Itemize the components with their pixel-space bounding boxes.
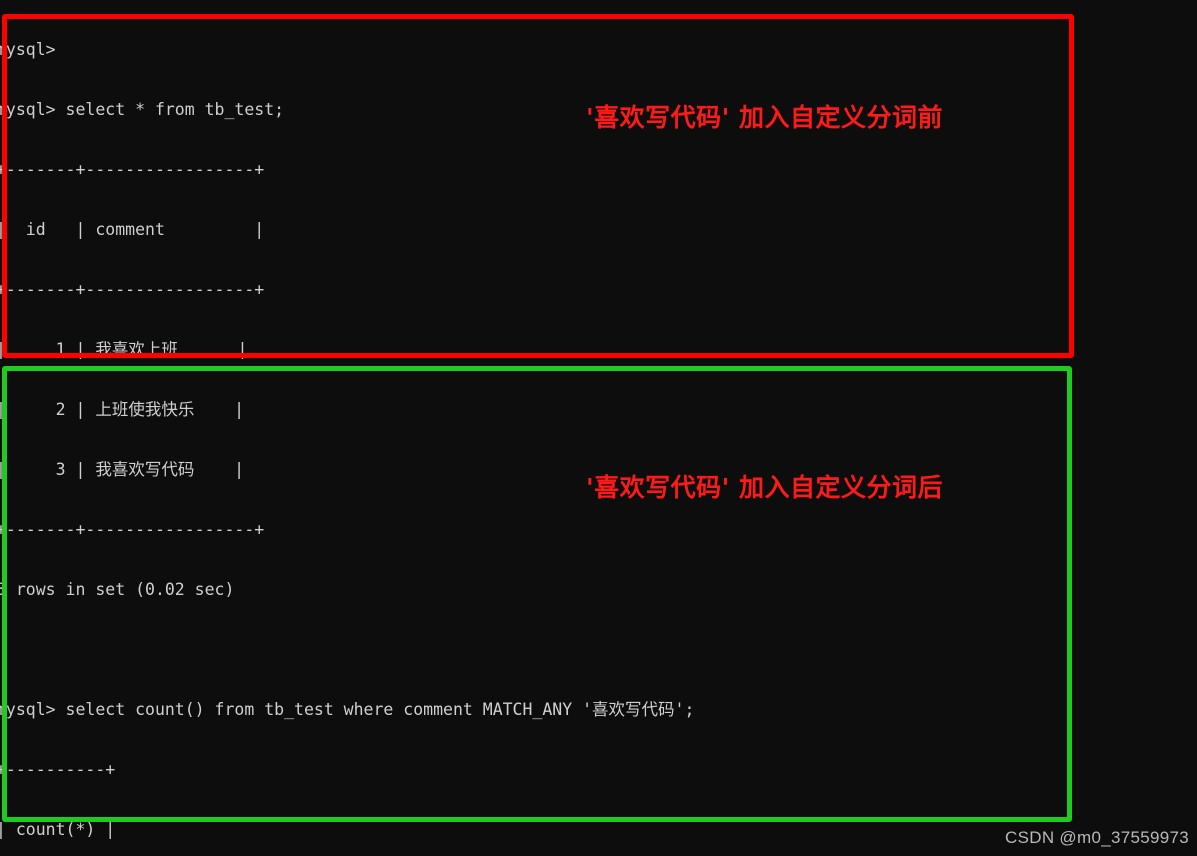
- annotation-after-custom-tokenizer: '喜欢写代码' 加入自定义分词后: [586, 473, 944, 502]
- annotation-before-custom-tokenizer: '喜欢写代码' 加入自定义分词前: [586, 103, 944, 132]
- terminal-line: +-------+-----------------+: [0, 280, 265, 299]
- terminal-screen: mysql> mysql> select * from tb_test; +--…: [0, 0, 1197, 856]
- terminal-line: +----------+: [0, 760, 116, 779]
- terminal-line: | 1 | 我喜欢上班 |: [0, 340, 248, 359]
- csdn-watermark: CSDN @m0_37559973: [1005, 828, 1189, 847]
- terminal-line: +-------+-----------------+: [0, 160, 265, 179]
- terminal-line: +-------+-----------------+: [0, 520, 265, 539]
- terminal-line: | id | comment |: [0, 220, 265, 239]
- terminal-line: mysql> select count() from tb_test where…: [0, 700, 695, 719]
- terminal-line: 3 rows in set (0.02 sec): [0, 580, 235, 599]
- terminal-line: mysql>: [0, 40, 56, 59]
- terminal-line: | 2 | 上班使我快乐 |: [0, 400, 245, 419]
